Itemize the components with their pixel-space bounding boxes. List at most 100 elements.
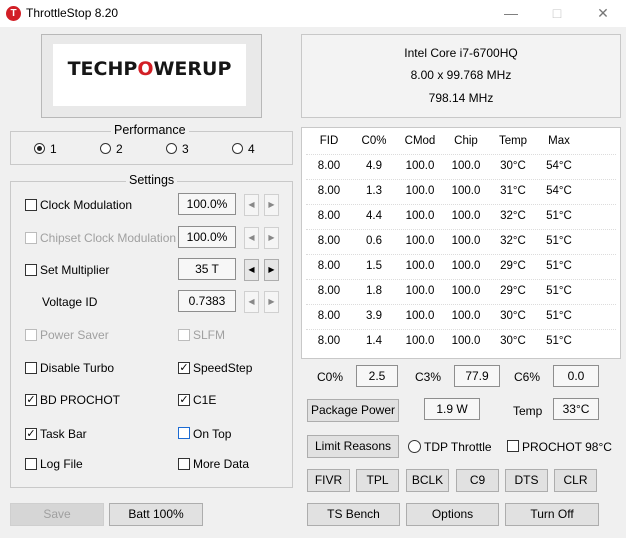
bd-prochot-checkbox[interactable]: ✓ [25,394,37,406]
table-cell: 100.0 [451,335,481,347]
logo-right: WERUP [153,58,232,80]
on-top-checkbox[interactable] [178,427,190,439]
table-cell: 51°C [546,335,572,347]
table-cell: 29°C [500,285,526,297]
c1e-checkbox[interactable]: ✓ [178,394,190,406]
dts-button[interactable]: DTS [505,469,548,492]
ts-bench-button[interactable]: TS Bench [307,503,400,526]
clock-modulation-checkbox[interactable] [25,199,37,211]
package-power-value: 1.9 W [424,398,480,420]
task-bar-checkbox[interactable]: ✓ [25,428,37,440]
tdp-throttle-label: TDP Throttle [424,440,492,454]
cpu-multiplier: 8.00 x 99.768 MHz [410,68,512,82]
table-cell: 4.9 [366,160,382,172]
tpl-button[interactable]: TPL [356,469,399,492]
c0-value: 2.5 [356,365,398,387]
profile-1-radio[interactable] [34,143,45,154]
options-button[interactable]: Options [406,503,499,526]
table-cell: 0.6 [366,235,382,247]
table-header-cell: C0% [361,135,387,147]
table-cell: 8.00 [317,260,341,272]
table-cell: 8.00 [317,235,341,247]
package-power-button[interactable]: Package Power [307,399,399,422]
table-cell: 54°C [546,185,572,197]
profile-2-radio[interactable] [100,143,111,154]
set-multiplier-checkbox[interactable] [25,264,37,276]
more-data-label: More Data [193,457,250,471]
table-cell: 100.0 [451,285,481,297]
speedstep-checkbox[interactable]: ✓ [178,362,190,374]
logo-left: TECHP [67,58,138,80]
chipset-clock-modulation-decrease: ◀ [244,227,259,249]
c9-button[interactable]: C9 [456,469,499,492]
disable-turbo-checkbox[interactable] [25,362,37,374]
table-row-separator [306,304,616,305]
table-row-separator [306,154,616,155]
save-button: Save [10,503,104,526]
turn-off-button[interactable]: Turn Off [505,503,599,526]
table-cell: 100.0 [451,310,481,322]
batt-button[interactable]: Batt 100% [109,503,203,526]
table-cell: 3.9 [366,310,382,322]
table-cell: 8.00 [317,185,341,197]
chipset-clock-modulation-checkbox [25,232,37,244]
more-data-checkbox[interactable] [178,458,190,470]
limit-reasons-button[interactable]: Limit Reasons [307,435,399,458]
table-cell: 100.0 [405,185,435,197]
profile-3-radio[interactable] [166,143,177,154]
chipset-clock-modulation-increase: ▶ [264,227,279,249]
logo-power-icon: O [137,58,154,80]
power-saver-checkbox [25,329,37,341]
log-file-checkbox[interactable] [25,458,37,470]
profile-4-radio[interactable] [232,143,243,154]
table-cell: 8.00 [317,285,341,297]
clock-modulation-increase[interactable]: ▶ [264,194,279,216]
bd-prochot-label: BD PROCHOT [40,393,121,407]
table-row-separator [306,204,616,205]
table-cell: 8.00 [317,335,341,347]
clr-button[interactable]: CLR [554,469,597,492]
set-multiplier-value: 35 T [178,258,236,280]
c3-label: C3% [415,370,442,384]
app-icon: T [6,6,21,21]
table-cell: 51°C [546,260,572,272]
slfm-checkbox [178,329,190,341]
voltage-id-decrease: ◀ [244,291,259,313]
table-cell: 30°C [500,160,526,172]
close-button[interactable]: ✕ [580,0,626,27]
voltage-id-label: Voltage ID [42,295,98,309]
disable-turbo-label: Disable Turbo [40,361,115,375]
prochot-checkbox[interactable] [507,440,519,452]
set-multiplier-decrease[interactable]: ◀ [244,259,259,281]
table-row-separator [306,179,616,180]
set-multiplier-increase[interactable]: ▶ [264,259,279,281]
clock-modulation-decrease[interactable]: ◀ [244,194,259,216]
table-cell: 32°C [500,235,526,247]
bclk-button[interactable]: BCLK [406,469,449,492]
table-cell: 1.8 [366,285,382,297]
speedstep-label: SpeedStep [193,361,253,375]
table-cell: 51°C [546,310,572,322]
table-cell: 30°C [500,310,526,322]
c3-value: 77.9 [454,365,500,387]
table-cell: 100.0 [405,285,435,297]
clock-modulation-label: Clock Modulation [40,198,133,212]
clock-modulation-value: 100.0% [178,193,236,215]
temp-label: Temp [513,404,543,418]
voltage-id-value: 0.7383 [178,290,236,312]
task-bar-label: Task Bar [40,427,87,441]
minimize-button[interactable]: — [488,0,534,27]
table-cell: 1.5 [366,260,382,272]
set-multiplier-label: Set Multiplier [40,263,110,277]
window-title: ThrottleStop 8.20 [26,6,119,20]
maximize-button: □ [552,5,562,21]
prochot-label: PROCHOT 98°C [522,440,612,454]
techpowerup-logo[interactable]: TECHPOWERUP [53,58,246,80]
chipset-clock-modulation-label: Chipset Clock Modulation [40,231,177,245]
slfm-label: SLFM [193,328,226,342]
fivr-button[interactable]: FIVR [307,469,350,492]
table-cell: 100.0 [405,260,435,272]
table-cell: 29°C [500,260,526,272]
table-cell: 51°C [546,235,572,247]
table-cell: 31°C [500,185,526,197]
